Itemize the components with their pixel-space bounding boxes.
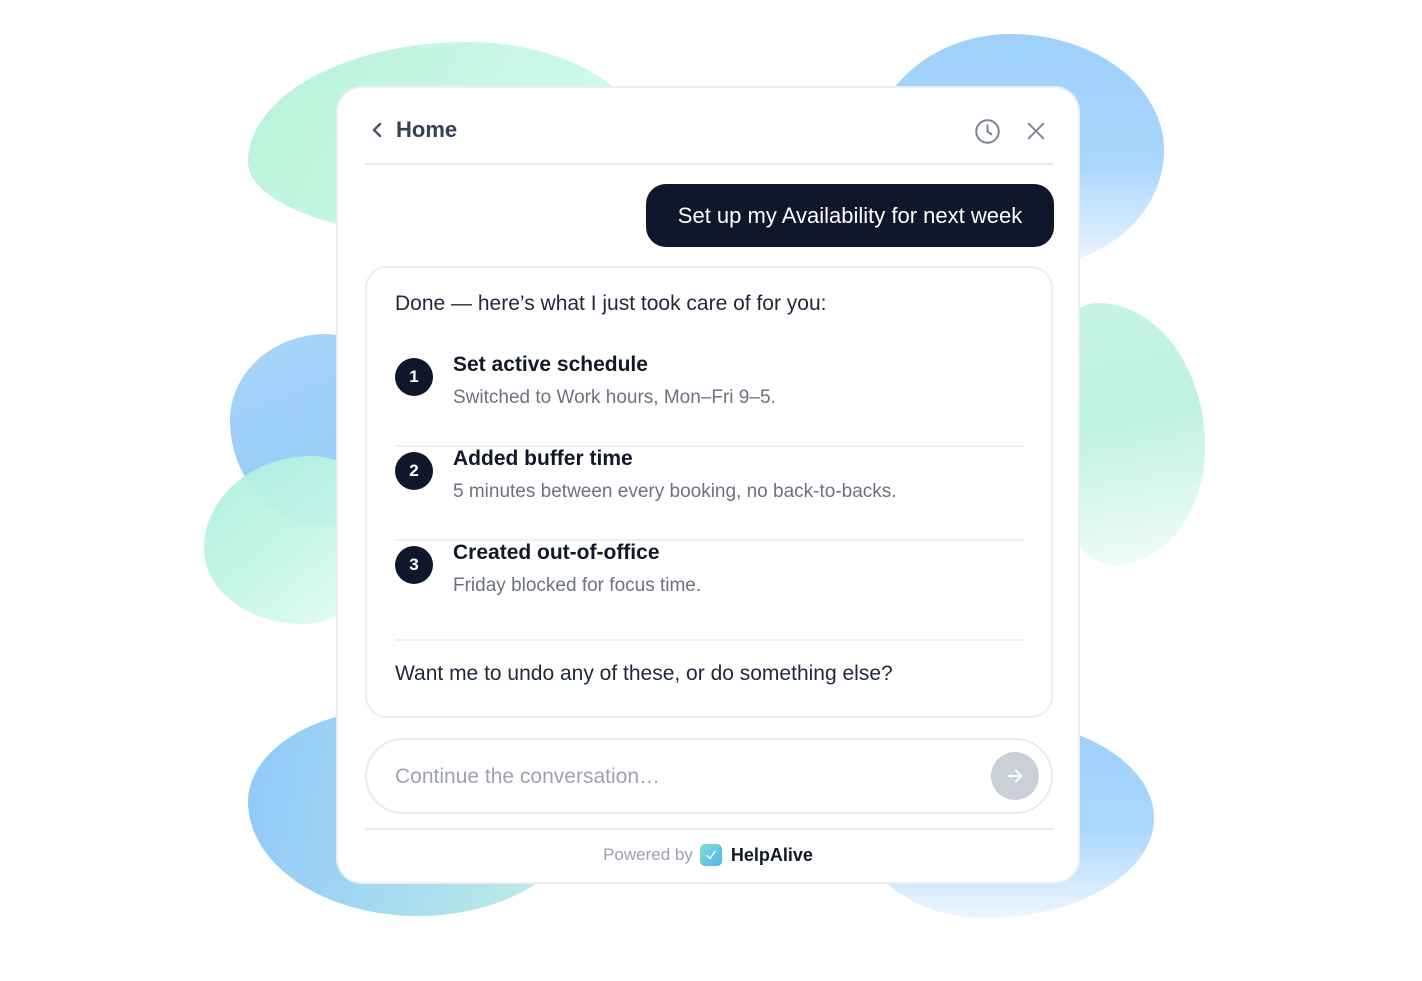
- action-step: 3 Created out-of-office Friday blocked f…: [395, 541, 1023, 635]
- brand-name[interactable]: HelpAlive: [731, 845, 813, 866]
- step-number-badge: 3: [395, 546, 433, 584]
- chat-widget: Home Set up my Availability for next wee…: [336, 86, 1080, 884]
- send-button[interactable]: [991, 752, 1039, 800]
- back-button[interactable]: Home: [365, 110, 457, 150]
- brand-logo: [699, 844, 722, 866]
- action-step: 1 Set active schedule Switched to Work h…: [395, 353, 1023, 447]
- step-description: Friday blocked for focus time.: [453, 575, 702, 596]
- action-step: 2 Added buffer time 5 minutes between ev…: [395, 447, 1023, 541]
- chat-header: Home: [365, 88, 1053, 165]
- step-number-badge: 1: [395, 358, 433, 396]
- message-input[interactable]: [395, 760, 955, 794]
- divider: [395, 639, 1023, 641]
- page-title: Home: [396, 117, 458, 142]
- arrow-right-icon: [1007, 769, 1023, 783]
- assistant-message-card: Done — here’s what I just took care of f…: [365, 266, 1053, 718]
- step-description: 5 minutes between every booking, no back…: [453, 481, 897, 502]
- close-button[interactable]: [1020, 115, 1052, 147]
- divider: [365, 828, 1053, 830]
- user-message-bubble: Set up my Availability for next week: [646, 184, 1054, 247]
- close-icon: [1027, 122, 1045, 140]
- powered-by-footer: Powered by HelpAlive: [338, 841, 1078, 869]
- assistant-followup-text: Want me to undo any of these, or do some…: [395, 662, 893, 685]
- assistant-intro-text: Done — here’s what I just took care of f…: [395, 292, 827, 315]
- step-title: Set active schedule: [453, 353, 648, 376]
- step-number-badge: 2: [395, 452, 433, 490]
- step-title: Created out-of-office: [453, 541, 660, 564]
- checkmark-icon: [706, 850, 716, 860]
- message-composer: [365, 738, 1053, 814]
- step-description: Switched to Work hours, Mon–Fri 9–5.: [453, 387, 776, 408]
- clock-icon: [974, 118, 1000, 144]
- chevron-left-icon: [372, 122, 382, 138]
- history-button[interactable]: [971, 115, 1003, 147]
- powered-by-label: Powered by: [603, 845, 693, 864]
- step-title: Added buffer time: [453, 447, 633, 470]
